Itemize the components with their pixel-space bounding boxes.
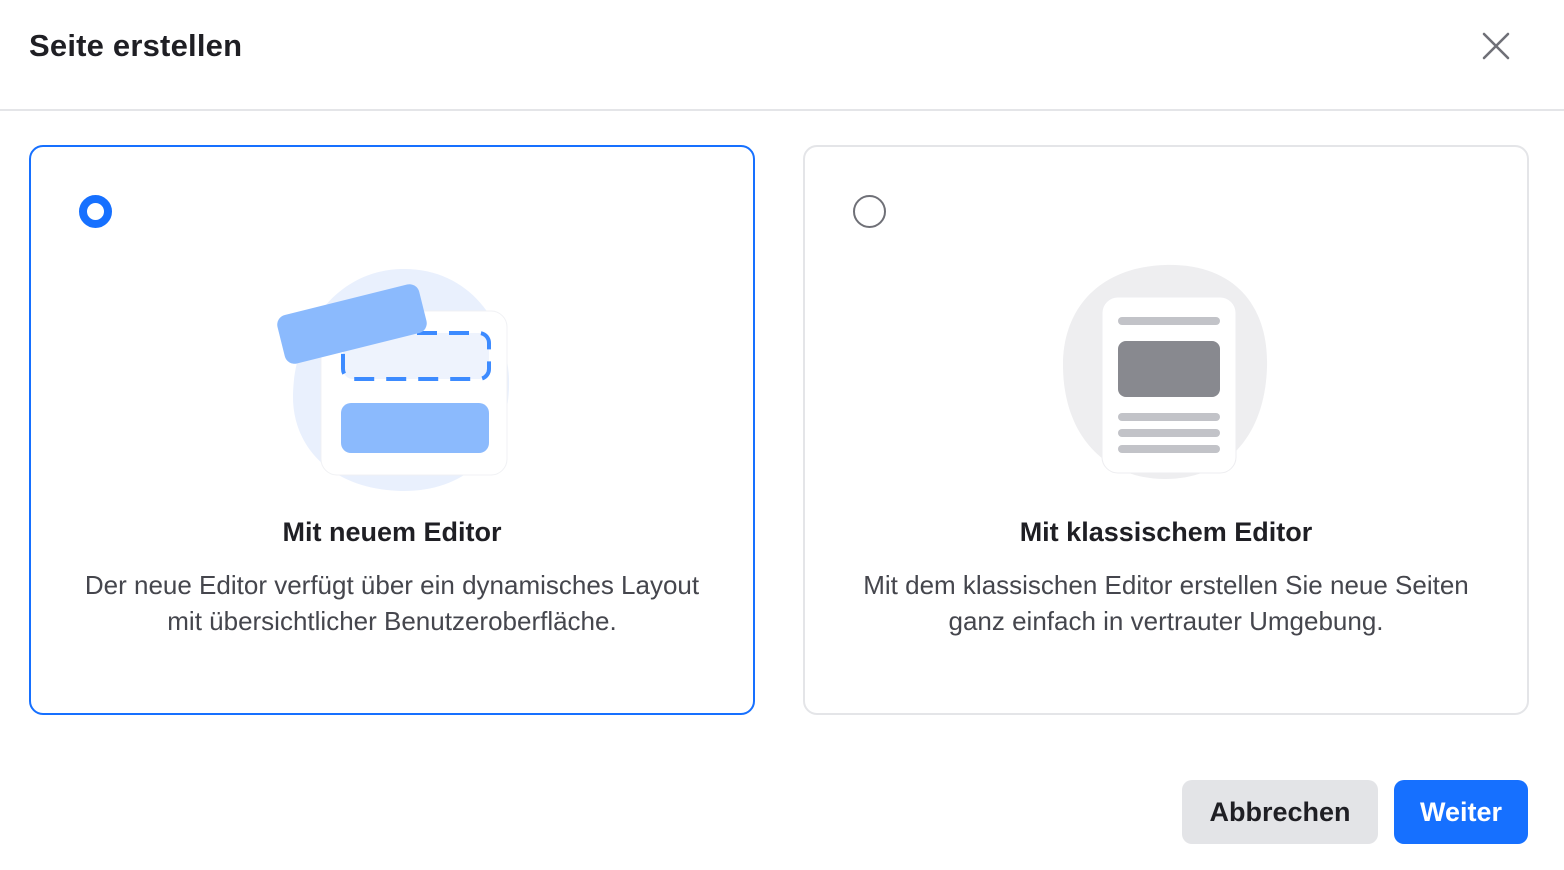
option-title-new-editor: Mit neuem Editor [282,517,502,547]
close-icon [1482,32,1510,60]
radio-new-editor[interactable] [79,195,112,228]
option-description-classic-editor: Mit dem klassischen Editor erstellen Sie… [863,570,1469,636]
radio-classic-editor[interactable] [853,195,886,228]
dialog-header: Seite erstellen [0,0,1564,111]
option-title-classic-editor: Mit klassischem Editor [1019,517,1313,547]
cancel-button[interactable]: Abbrechen [1182,780,1378,844]
option-description-new-editor: Der neue Editor verfügt über ein dynamis… [84,570,700,636]
close-button[interactable] [1474,24,1518,68]
new-editor-illustration [277,268,510,492]
create-page-dialog: Seite erstellen Mit neuem Editor Der neu… [0,0,1564,870]
option-card-new-editor[interactable]: Mit neuem Editor Der neue Editor verfügt… [29,145,755,715]
classic-editor-illustration [1063,264,1268,479]
option-card-classic-editor[interactable]: Mit klassischem Editor Mit dem klassisch… [803,145,1529,715]
next-button[interactable]: Weiter [1394,780,1528,844]
dialog-title: Seite erstellen [29,28,243,63]
